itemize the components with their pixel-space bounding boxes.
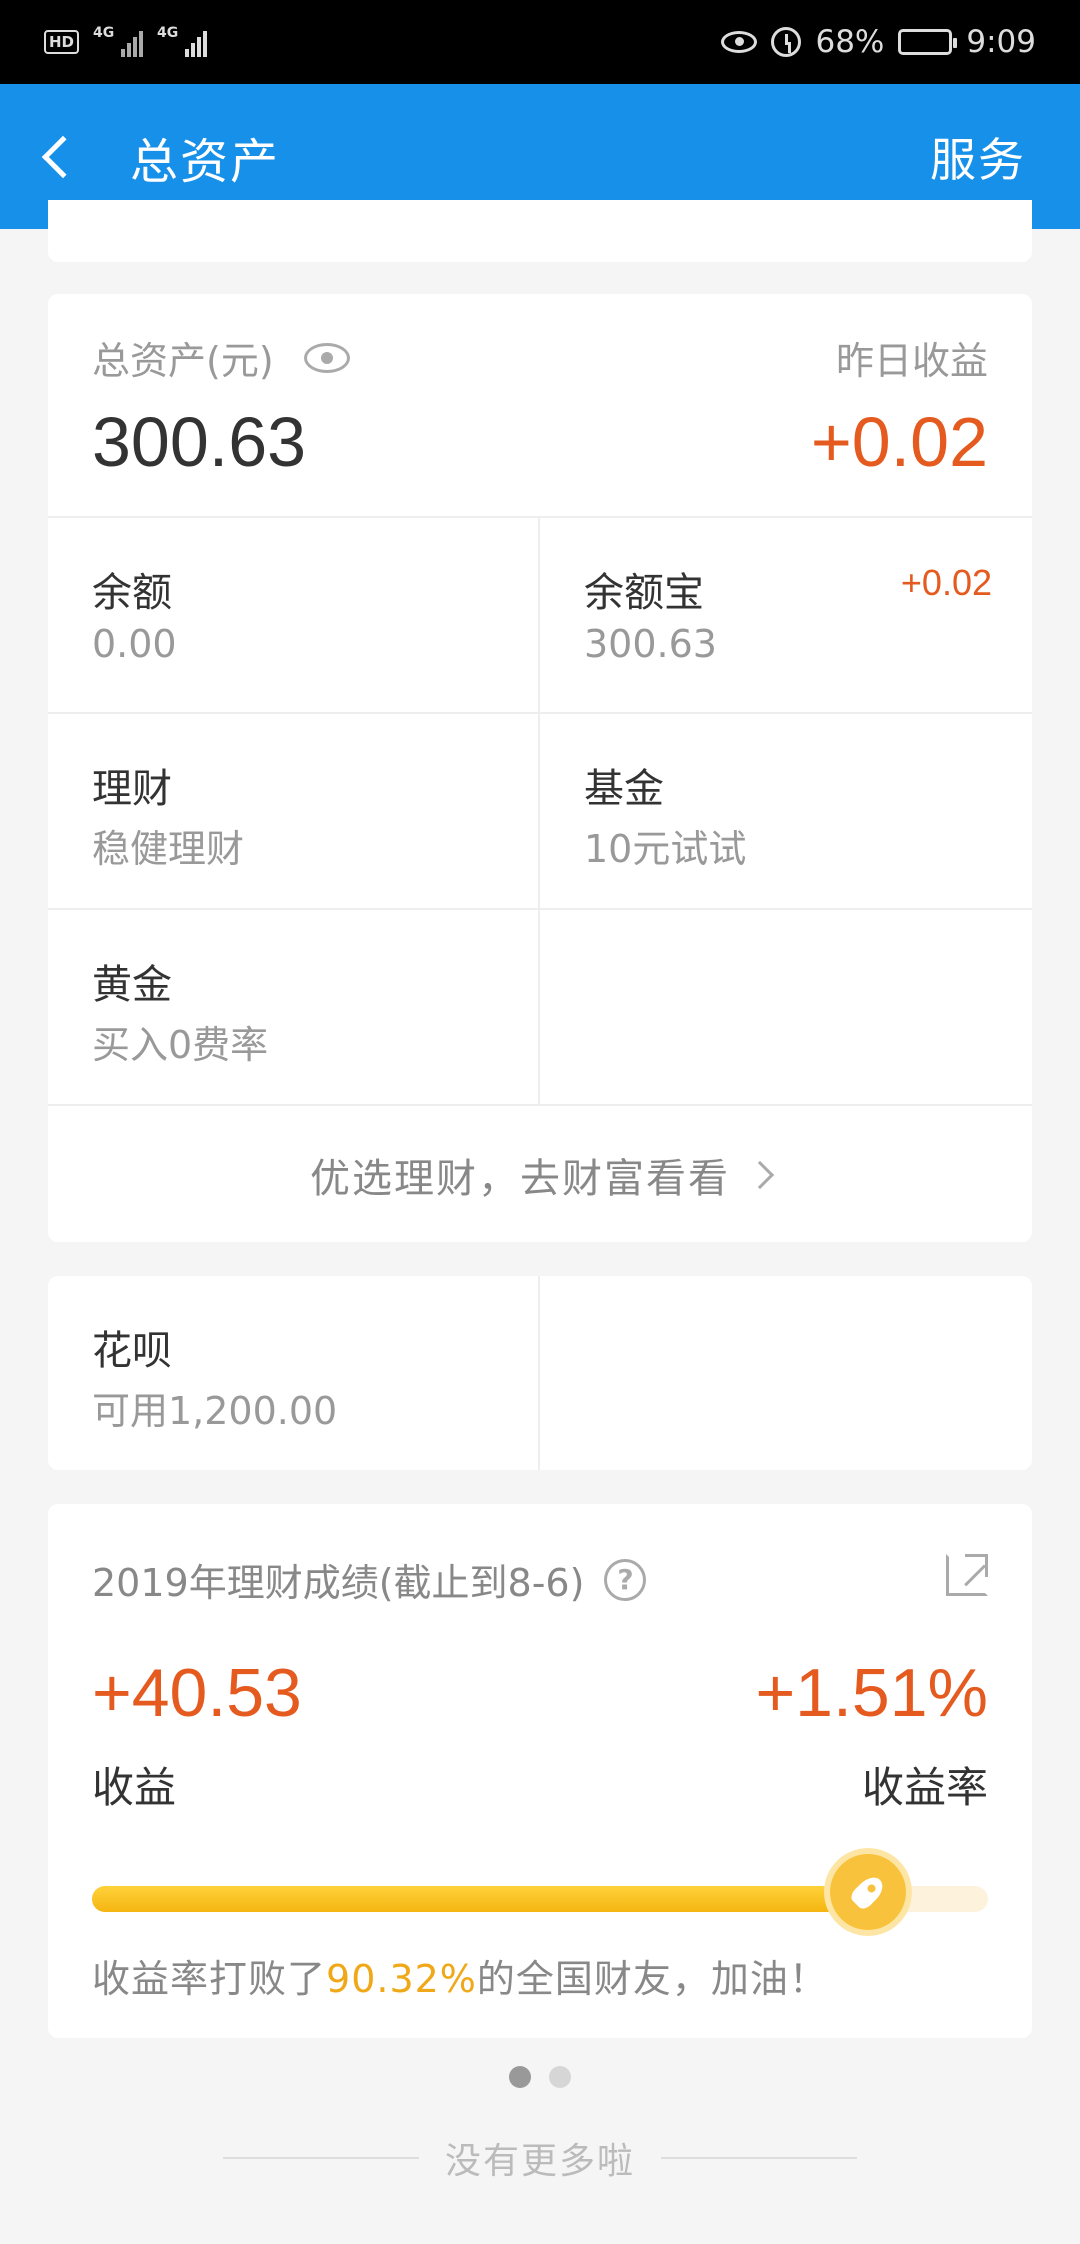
status-left: HD 4G 4G xyxy=(44,25,208,57)
huabei-item[interactable]: 花呗 可用1,200.00 xyxy=(48,1276,540,1470)
previous-card-peek xyxy=(48,200,1032,262)
performance-header: 2019年理财成绩(截止到8-6) ? xyxy=(92,1552,647,1607)
clock: 9:09 xyxy=(966,24,1036,60)
huabei-title: 花呗 xyxy=(92,1328,172,1374)
asset-row: 余额 0.00 余额宝 300.63 +0.02 xyxy=(48,518,1032,714)
help-icon[interactable]: ? xyxy=(604,1558,647,1601)
eye-comfort-icon xyxy=(721,31,758,53)
divider xyxy=(661,2157,857,2159)
divider xyxy=(222,2157,419,2159)
chevron-right-icon xyxy=(745,1160,775,1190)
asset-item-fund[interactable]: 基金 10元试试 xyxy=(540,714,1032,910)
wealth-more-label: 优选理财，去财富看看 xyxy=(310,1156,730,1202)
asset-item-title: 黄金 xyxy=(92,962,172,1008)
rocket-icon xyxy=(848,1872,888,1912)
total-assets-label-group: 总资产(元) xyxy=(92,330,350,385)
huabei-card: 花呗 可用1,200.00 xyxy=(48,1276,1032,1470)
eye-icon[interactable] xyxy=(303,342,350,373)
performance-title: 2019年理财成绩(截止到8-6) xyxy=(92,1561,585,1605)
earnings-rate-value: +1.51% xyxy=(755,1655,988,1731)
asset-item-sub: 稳健理财 xyxy=(92,827,245,871)
rank-progress-knob xyxy=(830,1854,906,1930)
asset-item-balance[interactable]: 余额 0.00 xyxy=(48,518,540,714)
total-assets-value: 300.63 xyxy=(92,403,307,481)
asset-item-gold[interactable]: 黄金 买入0费率 xyxy=(48,910,540,1106)
earnings-value: +40.53 xyxy=(92,1655,302,1731)
asset-row: 黄金 买入0费率 xyxy=(48,910,1032,1106)
wealth-more-link[interactable]: 优选理财，去财富看看 xyxy=(48,1108,1032,1242)
carousel-dots xyxy=(0,2066,1080,2088)
asset-item-wealth[interactable]: 理财 稳健理财 xyxy=(48,714,540,910)
back-chevron-icon xyxy=(41,135,85,178)
network-type: 4G xyxy=(93,25,115,41)
asset-item-title: 余额宝 xyxy=(584,570,704,616)
rank-progress-bar xyxy=(92,1854,988,1930)
signal-icon: 4G xyxy=(93,25,144,57)
carousel-dot-active[interactable] xyxy=(509,2066,531,2088)
assets-summary[interactable]: 总资产(元) 昨日收益 300.63 +0.02 xyxy=(48,294,1032,518)
battery-percent: 68% xyxy=(815,24,885,60)
signal-icon: 4G xyxy=(157,25,208,57)
asset-item-title: 理财 xyxy=(92,766,172,812)
network-type: 4G xyxy=(157,25,179,41)
rank-progress-fill xyxy=(92,1886,868,1912)
performance-card[interactable]: 2019年理财成绩(截止到8-6) ? +40.53 +1.51% 收益 收益率… xyxy=(48,1504,1032,2038)
asset-item-earnings: +0.02 xyxy=(900,562,992,603)
huabei-empty xyxy=(540,1276,1032,1470)
rank-message-suffix: 的全国财友，加油！ xyxy=(476,1957,828,2001)
page-title: 总资产 xyxy=(130,133,281,190)
status-right: 68% 9:09 xyxy=(721,24,1036,60)
asset-item-empty xyxy=(540,910,1032,1106)
earnings-rate-label: 收益率 xyxy=(861,1763,988,1812)
earnings-label: 收益 xyxy=(92,1763,177,1812)
asset-item-sub: 买入0费率 xyxy=(92,1023,269,1067)
huabei-available: 可用1,200.00 xyxy=(92,1389,338,1433)
carousel-dot[interactable] xyxy=(549,2066,571,2088)
asset-item-yuebao[interactable]: 余额宝 300.63 +0.02 xyxy=(540,518,1032,714)
asset-row: 理财 稳健理财 基金 10元试试 xyxy=(48,714,1032,910)
asset-item-title: 余额 xyxy=(92,570,172,616)
asset-item-title: 基金 xyxy=(584,766,664,812)
assets-card: 总资产(元) 昨日收益 300.63 +0.02 余额 0.00 余额宝 300… xyxy=(48,294,1032,1242)
rank-percent: 90.32% xyxy=(326,1957,477,2001)
total-assets-label: 总资产(元) xyxy=(92,339,274,383)
battery-icon xyxy=(898,29,958,55)
yesterday-earnings-value: +0.02 xyxy=(810,403,988,481)
yesterday-earnings-label: 昨日收益 xyxy=(835,339,988,383)
asset-item-sub: 10元试试 xyxy=(584,827,747,871)
rank-message-prefix: 收益率打败了 xyxy=(92,1957,327,2001)
end-of-list-text: 没有更多啦 xyxy=(444,2141,635,2182)
rank-message: 收益率打败了90.32%的全国财友，加油！ xyxy=(92,1948,828,2003)
asset-item-sub: 300.63 xyxy=(584,622,717,666)
alarm-icon xyxy=(771,27,802,57)
status-bar: HD 4G 4G 68% 9:09 xyxy=(0,0,1080,84)
end-of-list: 没有更多啦 xyxy=(0,2132,1080,2184)
share-icon[interactable] xyxy=(946,1554,988,1596)
asset-item-sub: 0.00 xyxy=(92,622,177,666)
hd-badge: HD xyxy=(44,30,80,54)
